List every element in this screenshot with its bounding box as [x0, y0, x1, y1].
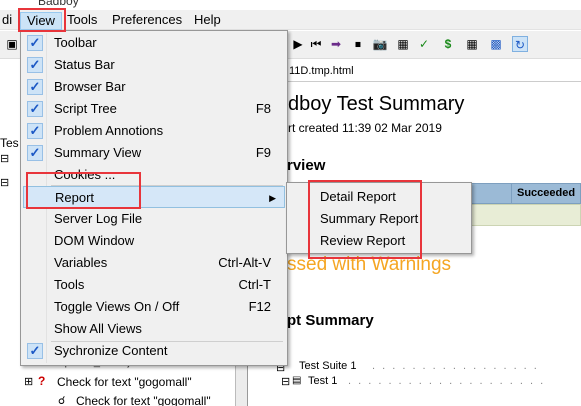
- step-icon[interactable]: ➡: [328, 36, 344, 52]
- url-text: 11D.tmp.html: [289, 65, 354, 77]
- tree-item-root[interactable]: Tes: [0, 136, 19, 150]
- tree-expander-icon[interactable]: ⊞: [24, 375, 33, 388]
- menu-item-shortcut: F12: [248, 299, 271, 314]
- checkmark-icon: ✓: [27, 57, 43, 73]
- menu-item-tools[interactable]: Tools Ctrl-T: [23, 274, 285, 296]
- menu-item-show-all-views[interactable]: Show All Views: [23, 318, 285, 340]
- menu-item-script-tree[interactable]: ✓ Script Tree F8: [23, 98, 285, 120]
- window-title: Badboy: [38, 0, 79, 8]
- checkmark-icon: ✓: [27, 79, 43, 95]
- menu-bar: di View Tools Preferences Help: [0, 10, 581, 30]
- menu-item-label: Variables: [54, 255, 108, 270]
- menu-item-problem-annotations[interactable]: ✓ Problem Annotions: [23, 120, 285, 142]
- menu-item-label: Toggle Views On / Off: [54, 299, 180, 314]
- menu-item-label: Status Bar: [54, 57, 115, 72]
- checkmark-icon: ✓: [27, 101, 43, 117]
- menu-item-label: Problem Annotions: [54, 123, 164, 138]
- title-bar: Badboy: [0, 0, 581, 10]
- magnifier-icon: ☌: [58, 395, 66, 406]
- check-icon[interactable]: ✓: [416, 36, 432, 52]
- report-title: dboy Test Summary: [288, 93, 465, 115]
- dot-leader: . . . . . . . . . . . . . . . . . . . .: [348, 375, 546, 387]
- dot-leader: . . . . . . . . . . . . . . . . .: [372, 360, 539, 372]
- test-label: Test 1: [308, 375, 338, 387]
- grid-icon[interactable]: ▩: [488, 36, 504, 52]
- sync-icon[interactable]: ↻: [512, 36, 528, 52]
- menu-item-label: Tools: [54, 277, 85, 292]
- menu-item-shortcut: F9: [255, 145, 271, 160]
- menu-item-toolbar[interactable]: ✓ Toolbar: [23, 32, 285, 54]
- menu-item-label: Show All Views: [54, 321, 142, 336]
- checkmark-icon: ✓: [27, 35, 43, 51]
- succeeded-column-header: Succeeded: [517, 187, 576, 199]
- menu-item-shortcut: F8: [255, 101, 271, 116]
- script-summary-heading: pt Summary: [287, 312, 374, 329]
- menu-item-shortcut: Ctrl-T: [238, 277, 272, 292]
- menu-item-server-log-file[interactable]: Server Log File: [23, 208, 285, 230]
- menu-item-label: Browser Bar: [54, 79, 126, 94]
- menu-item-label: Server Log File: [54, 211, 143, 226]
- menu-item-label: Sychronize Content: [54, 343, 168, 358]
- question-icon: ?: [38, 374, 46, 388]
- checkmark-icon: ✓: [27, 343, 43, 359]
- menu-item-shortcut: Ctrl-Alt-V: [218, 255, 271, 270]
- menu-item-status-bar[interactable]: ✓ Status Bar: [23, 54, 285, 76]
- menu-edit[interactable]: di: [0, 12, 18, 30]
- menu-item-label: Script Tree: [54, 101, 117, 116]
- suite-label: Test Suite 1: [299, 360, 357, 372]
- save-icon[interactable]: ▣: [4, 36, 20, 52]
- table-icon[interactable]: ▦: [464, 36, 480, 52]
- overview-heading: rview: [287, 157, 326, 174]
- tree-item-check-1[interactable]: Check for text "gogomall": [57, 375, 192, 389]
- highlight-box-view-menu: [18, 8, 66, 32]
- highlight-box-submenu: [308, 180, 422, 259]
- camera-icon[interactable]: 📷: [372, 36, 388, 52]
- menu-item-label: DOM Window: [54, 233, 135, 248]
- dollar-icon[interactable]: $: [440, 36, 456, 52]
- menu-tools[interactable]: Tools: [61, 12, 103, 30]
- submenu-arrow-icon: ▶: [269, 193, 276, 203]
- tree-expander-icon[interactable]: ⊟: [0, 176, 9, 189]
- menu-help[interactable]: Help: [188, 12, 227, 30]
- tree-expander-icon[interactable]: ⊟: [0, 152, 9, 165]
- tree-item-check-2[interactable]: Check for text "gogomall": [76, 394, 211, 406]
- stop-icon[interactable]: ⏹: [350, 36, 366, 52]
- test-expander-icon[interactable]: ⊟: [281, 375, 290, 388]
- play-icon[interactable]: ▶: [290, 36, 306, 52]
- url-bar[interactable]: 11D.tmp.html: [249, 60, 581, 82]
- highlight-box-report: [26, 172, 141, 209]
- checkmark-icon: ✓: [27, 123, 43, 139]
- menu-item-browser-bar[interactable]: ✓ Browser Bar: [23, 76, 285, 98]
- test-icon: ▤: [292, 375, 302, 386]
- window-icon[interactable]: ▦: [395, 36, 411, 52]
- menu-item-toggle-views[interactable]: Toggle Views On / Off F12: [23, 296, 285, 318]
- report-created: rt created 11:39 02 Mar 2019: [288, 121, 442, 135]
- menu-item-variables[interactable]: Variables Ctrl-Alt-V: [23, 252, 285, 274]
- menu-item-label: Toolbar: [54, 35, 97, 50]
- menu-item-dom-window[interactable]: DOM Window: [23, 230, 285, 252]
- checkmark-icon: ✓: [27, 145, 43, 161]
- skip-back-icon[interactable]: ⏮: [308, 36, 324, 52]
- menu-item-label: Summary View: [54, 145, 142, 160]
- menu-item-synchronize-content[interactable]: ✓ Sychronize Content: [23, 340, 285, 362]
- column-divider: [511, 184, 512, 203]
- menu-item-summary-view[interactable]: ✓ Summary View F9: [23, 142, 285, 164]
- menu-preferences[interactable]: Preferences: [106, 12, 188, 30]
